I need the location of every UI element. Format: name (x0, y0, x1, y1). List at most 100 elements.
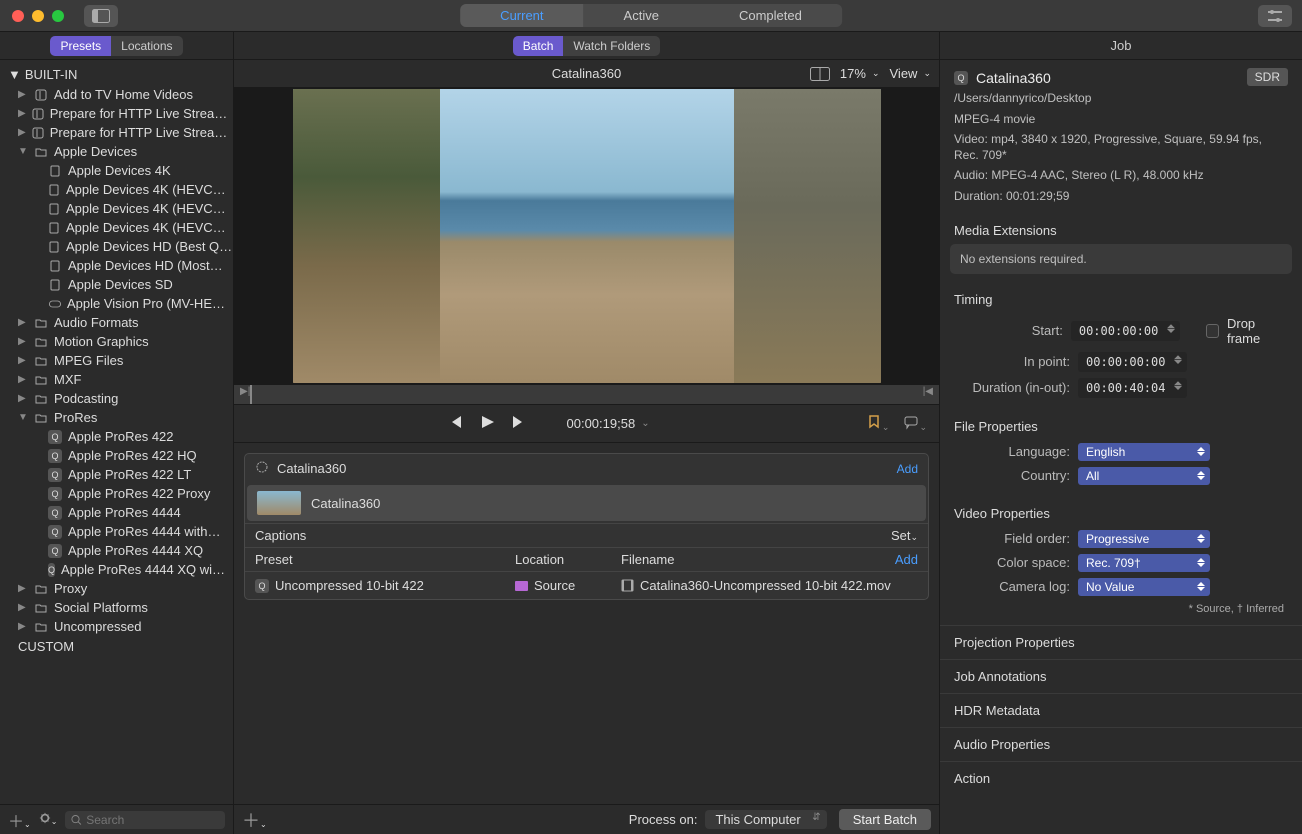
cameralog-select[interactable]: No Value (1078, 578, 1210, 596)
group-tv-home[interactable]: ▶Add to TV Home Videos (0, 85, 233, 104)
info-duration: Duration: 00:01:29;59 (954, 189, 1288, 205)
country-select[interactable]: All (1078, 467, 1210, 485)
start-field[interactable]: 00:00:00:00 (1071, 321, 1180, 341)
group-mpeg[interactable]: ▶MPEG Files (0, 351, 233, 370)
inpoint-field[interactable]: 00:00:00:00 (1078, 352, 1187, 372)
preset-tree[interactable]: ▼BUILT-IN ▶Add to TV Home Videos ▶Prepar… (0, 60, 233, 804)
folder-icon (515, 581, 528, 591)
preset-item[interactable]: Apple Devices 4K (HEVC… (0, 218, 233, 237)
titlebar: Current Active Completed (0, 0, 1302, 32)
preset-item[interactable]: QApple ProRes 4444 XQ wi… (0, 560, 233, 579)
tab-presets[interactable]: Presets (50, 36, 111, 56)
group-audio[interactable]: ▶Audio Formats (0, 313, 233, 332)
preset-item[interactable]: Apple Devices 4K (HEVC… (0, 180, 233, 199)
job-icon (255, 460, 269, 477)
segment-active[interactable]: Active (584, 4, 699, 27)
comment-button[interactable]: ⌄ (903, 414, 927, 433)
go-to-start-icon[interactable]: ▶| (240, 386, 250, 397)
group-prores[interactable]: ▼ProRes (0, 408, 233, 427)
preset-item[interactable]: Apple Vision Pro (MV-HE… (0, 294, 233, 313)
section-action[interactable]: Action (940, 761, 1302, 795)
center-footer: ＋⌄ Process on: This Computer Start Batch (234, 804, 939, 834)
inspector-toggle-button[interactable] (1258, 5, 1292, 27)
preset-item[interactable]: QApple ProRes 4444 (0, 503, 233, 522)
compare-button[interactable] (810, 67, 830, 81)
preview-viewer[interactable] (234, 88, 939, 385)
batch-add-button[interactable]: ＋⌄ (242, 807, 267, 833)
group-podcast[interactable]: ▶Podcasting (0, 389, 233, 408)
section-annotations[interactable]: Job Annotations (940, 659, 1302, 693)
captions-row: Captions Set⌄ (245, 523, 928, 547)
search-icon (71, 814, 82, 826)
section-builtin[interactable]: ▼BUILT-IN (0, 64, 233, 85)
inspector-tab-job[interactable]: Job (940, 32, 1302, 60)
sidebar-toggle-button[interactable] (84, 5, 118, 27)
group-motion[interactable]: ▶Motion Graphics (0, 332, 233, 351)
timecode-display[interactable]: 00:00:19;58⌄ (567, 416, 650, 431)
folder-icon (34, 411, 48, 425)
play-button[interactable] (479, 414, 495, 433)
start-batch-button[interactable]: Start Batch (839, 809, 931, 830)
tab-batch[interactable]: Batch (513, 36, 564, 56)
preset-item[interactable]: Apple Devices 4K (0, 161, 233, 180)
preset-item[interactable]: QApple ProRes 4444 with… (0, 522, 233, 541)
process-on-select[interactable]: This Computer (705, 810, 826, 829)
duration-field[interactable]: 00:00:40:04 (1078, 378, 1187, 398)
preset-item[interactable]: Apple Devices HD (Best Q… (0, 237, 233, 256)
group-apple-devices[interactable]: ▼Apple Devices (0, 142, 233, 161)
section-hdr[interactable]: HDR Metadata (940, 693, 1302, 727)
close-window-button[interactable] (12, 10, 24, 22)
group-http-2[interactable]: ▶Prepare for HTTP Live Strea… (0, 123, 233, 142)
segment-current[interactable]: Current (460, 4, 583, 27)
dropframe-checkbox[interactable] (1206, 324, 1219, 338)
job-card[interactable]: Catalina360 Add Catalina360 Captions Set… (244, 453, 929, 600)
dropframe-label: Drop frame (1227, 316, 1288, 346)
zoom-window-button[interactable] (52, 10, 64, 22)
zoom-dropdown[interactable]: 17%⌄ (840, 66, 880, 81)
preset-item[interactable]: Apple Devices HD (Most… (0, 256, 233, 275)
view-dropdown[interactable]: View⌄ (890, 66, 932, 81)
preset-item[interactable]: QApple ProRes 4444 XQ (0, 541, 233, 560)
group-uncompressed[interactable]: ▶Uncompressed (0, 617, 233, 636)
field-order-select[interactable]: Progressive (1078, 530, 1210, 548)
group-mxf[interactable]: ▶MXF (0, 370, 233, 389)
output-table-header: Preset Location Filename Add (245, 547, 928, 571)
minimize-window-button[interactable] (32, 10, 44, 22)
preset-item[interactable]: QApple ProRes 422 Proxy (0, 484, 233, 503)
action-button[interactable]: ⌄ (39, 811, 58, 829)
preset-item[interactable]: QApple ProRes 422 HQ (0, 446, 233, 465)
timeline-scrubber[interactable]: ▶| |◀ (234, 385, 939, 405)
video-footnote: * Source, † Inferred (940, 599, 1302, 625)
preset-item[interactable]: QApple ProRes 422 (0, 427, 233, 446)
prev-button[interactable] (447, 414, 463, 433)
search-field[interactable] (65, 811, 225, 829)
job-add-button[interactable]: Add (897, 462, 918, 476)
section-projection[interactable]: Projection Properties (940, 625, 1302, 659)
playhead[interactable] (250, 385, 252, 404)
add-button[interactable]: ＋⌄ (8, 808, 31, 832)
tab-watch-folders[interactable]: Watch Folders (563, 36, 660, 56)
group-proxy[interactable]: ▶Proxy (0, 579, 233, 598)
marker-button[interactable]: ⌄ (866, 414, 890, 433)
language-select[interactable]: English (1078, 443, 1210, 461)
section-audio-props[interactable]: Audio Properties (940, 727, 1302, 761)
preset-item[interactable]: Apple Devices SD (0, 275, 233, 294)
media-extensions-box: No extensions required. (950, 244, 1292, 274)
preset-item[interactable]: QApple ProRes 422 LT (0, 465, 233, 484)
search-input[interactable] (86, 813, 219, 827)
colorspace-select[interactable]: Rec. 709† (1078, 554, 1210, 572)
output-add-button[interactable]: Add (895, 552, 918, 567)
captions-set-button[interactable]: Set⌄ (891, 528, 918, 543)
section-custom[interactable]: CUSTOM (0, 636, 233, 657)
source-row[interactable]: Catalina360 (247, 485, 926, 521)
go-to-end-icon[interactable]: |◀ (923, 386, 933, 397)
output-row[interactable]: QUncompressed 10-bit 422 Source Catalina… (245, 571, 928, 599)
segment-completed[interactable]: Completed (699, 4, 842, 27)
group-http-1[interactable]: ▶Prepare for HTTP Live Strea… (0, 104, 233, 123)
next-button[interactable] (511, 414, 527, 433)
tab-locations[interactable]: Locations (111, 36, 182, 56)
preset-item[interactable]: Apple Devices 4K (HEVC… (0, 199, 233, 218)
history-segmented-control: Current Active Completed (460, 4, 842, 27)
group-social[interactable]: ▶Social Platforms (0, 598, 233, 617)
device-icon (48, 240, 60, 254)
